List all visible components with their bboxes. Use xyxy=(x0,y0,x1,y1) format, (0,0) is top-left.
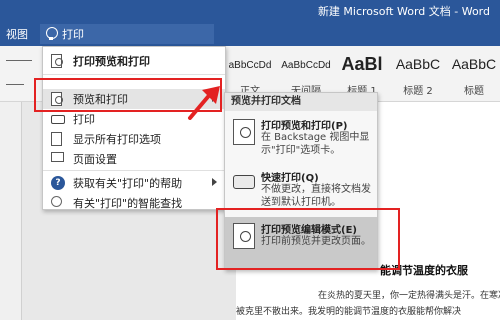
style-preview: AaBbC xyxy=(395,56,441,72)
page-setup-icon xyxy=(51,152,64,162)
style-preview: AaBbCcDd xyxy=(281,60,331,71)
menu-item-show-print-options[interactable]: 显示所有打印选项 xyxy=(43,129,225,149)
menu-item-smart-lookup[interactable]: 有关"打印"的智能查找 xyxy=(43,193,225,213)
submenu-item-desc: 不做更改，直接将文档发送到默认打印机。 xyxy=(261,184,371,208)
style-label: 标题 xyxy=(464,86,484,97)
menu-item-page-setup[interactable]: 页面设置 xyxy=(43,149,225,169)
menu-item-label: 显示所有打印选项 xyxy=(73,133,161,146)
menu-item-label: 页面设置 xyxy=(73,153,117,166)
magnifier-doc-icon xyxy=(51,54,63,68)
printer-icon xyxy=(51,115,65,124)
highlight-box-edit-mode xyxy=(216,208,400,270)
submenu-header: 预览并打印文档 xyxy=(225,93,377,111)
tell-me-results-menu: 打印预览和打印 预览和打印 打印 显示所有打印选项 页面设置 ? 获取有关"打印… xyxy=(42,46,226,210)
submenu-item-title: 打印预览和打印(P) xyxy=(261,121,348,132)
style-preview: AaBbC xyxy=(451,56,497,72)
menu-item-label: 有关"打印"的智能查找 xyxy=(73,197,183,210)
document-text-line: 在炎热的夏天里，你一定热得满头是汗。在寒冷的冬 xyxy=(318,291,500,301)
style-preview: aBbCcDd xyxy=(228,60,272,71)
lightbulb-icon xyxy=(46,27,58,41)
tell-me-input-value[interactable]: 打印 xyxy=(62,26,84,42)
style-heading-2[interactable]: AaBbC 标题 2 xyxy=(390,46,446,102)
submenu-item-title: 快速打印(Q) xyxy=(261,173,319,184)
menu-item-label: 获取有关"打印"的帮助 xyxy=(73,177,183,190)
vertical-ruler xyxy=(0,102,22,320)
menu-item-label: 打印预览和打印 xyxy=(73,54,150,68)
chevron-right-icon xyxy=(212,178,217,186)
style-preview: AaBl xyxy=(341,54,383,74)
menu-item-print-help[interactable]: ? 获取有关"打印"的帮助 xyxy=(43,173,225,193)
submenu-item-desc: 在 Backstage 视图中显示"打印"选项卡。 xyxy=(261,132,370,156)
window-title: 新建 Microsoft Word 文档 - Word xyxy=(317,5,490,18)
title-bar: 新建 Microsoft Word 文档 - Word 视图 打印 xyxy=(0,0,500,46)
printer-icon xyxy=(233,175,255,189)
document-text-line: 被克里不散出来。我发明的能调节温度的衣服能帮你解决 xyxy=(236,307,462,317)
style-title[interactable]: AaBbC 标题 xyxy=(446,46,500,102)
list-icon[interactable] xyxy=(6,60,32,61)
style-label: 标题 2 xyxy=(403,86,433,97)
menu-divider xyxy=(43,170,225,171)
red-arrow-icon xyxy=(188,86,220,120)
menu-item-label: 打印 xyxy=(73,113,95,126)
menu-item-print-preview[interactable]: 打印预览和打印 xyxy=(43,47,225,75)
submenu-item-print-preview[interactable]: 打印预览和打印(P) 在 Backstage 视图中显示"打印"选项卡。 xyxy=(225,113,377,165)
align-icon[interactable] xyxy=(6,84,24,85)
tell-me-search-box[interactable]: 打印 xyxy=(40,24,214,44)
magnifier-doc-icon xyxy=(233,119,255,145)
tab-view[interactable]: 视图 xyxy=(6,26,28,42)
help-icon: ? xyxy=(51,176,65,190)
list-icon xyxy=(51,132,62,146)
bulb-icon xyxy=(51,196,62,207)
